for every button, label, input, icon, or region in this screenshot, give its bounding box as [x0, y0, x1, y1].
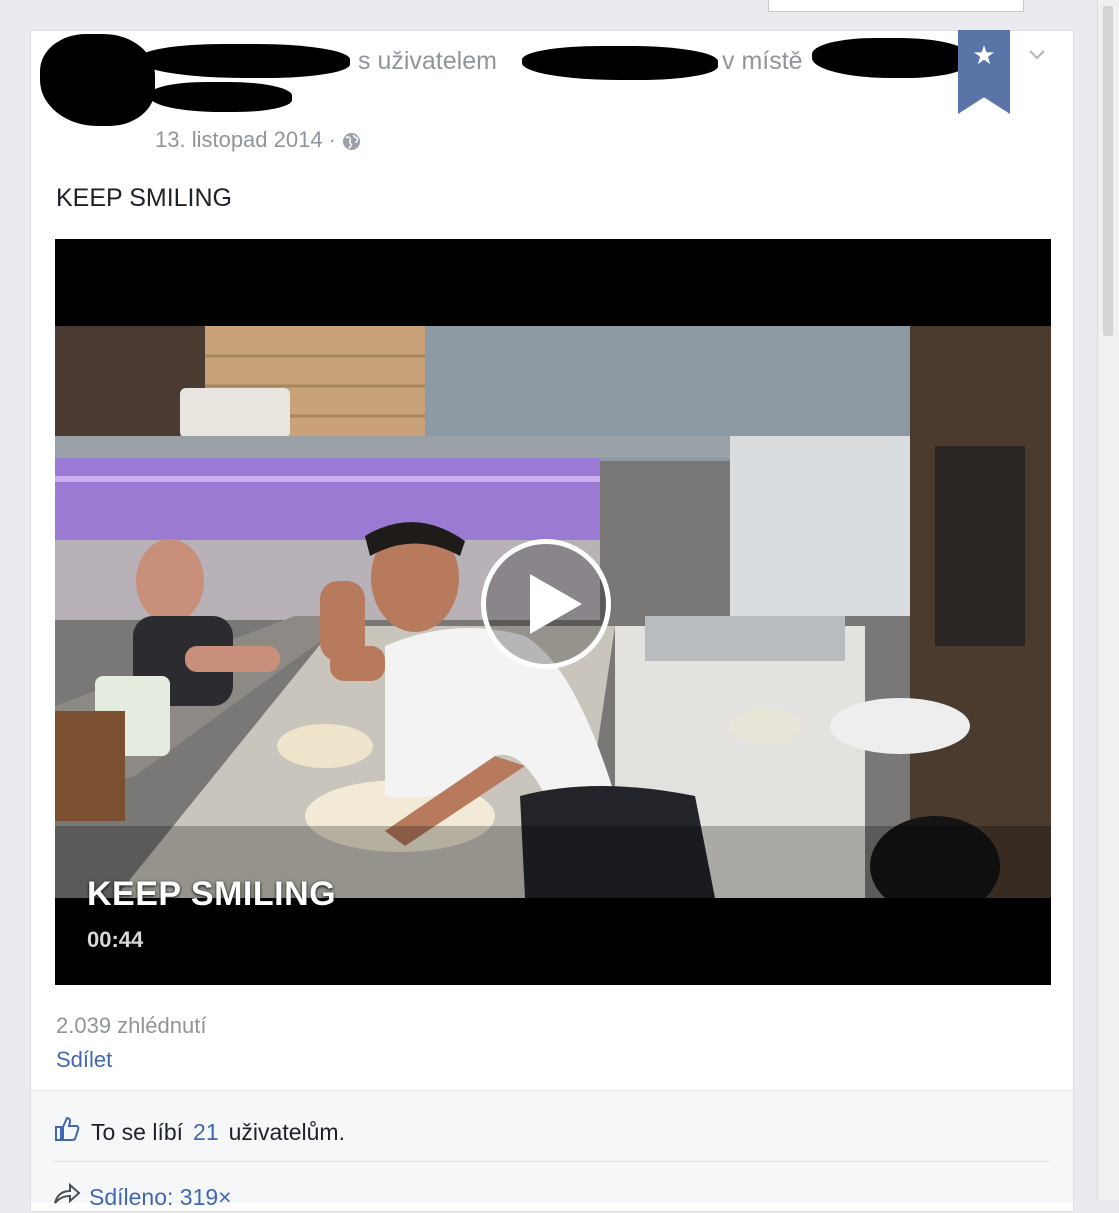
- header-with-text: s uživatelem: [358, 47, 497, 75]
- thumbs-up-icon[interactable]: [53, 1115, 81, 1149]
- video-title: KEEP SMILING: [87, 875, 337, 913]
- globe-icon: [342, 131, 361, 150]
- search-box[interactable]: [768, 0, 1024, 12]
- redacted-author-name: [140, 44, 350, 78]
- video-player[interactable]: KEEP SMILING 00:44: [55, 239, 1051, 985]
- redacted-avatar: [40, 34, 155, 126]
- share-link[interactable]: Sdílet: [56, 1047, 112, 1073]
- scrollbar[interactable]: [1097, 0, 1119, 1200]
- footer-divider: [53, 1161, 1049, 1162]
- video-duration: 00:44: [87, 927, 144, 952]
- scrollbar-thumb[interactable]: [1103, 6, 1113, 336]
- redacted-place: [812, 38, 970, 78]
- redacted-author-name-2: [150, 82, 292, 112]
- shares-row[interactable]: Sdíleno: 319×: [53, 1181, 232, 1213]
- view-count: 2.039 zhlédnutí: [56, 1013, 207, 1038]
- likes-row: To se líbí 21 uživatelům.: [53, 1115, 345, 1149]
- star-icon: ★: [972, 40, 996, 70]
- chevron-down-icon[interactable]: [1027, 44, 1047, 64]
- post-footer: To se líbí 21 uživatelům. Sdíleno: 319×: [31, 1090, 1073, 1210]
- redacted-tagged-user: [522, 46, 718, 80]
- date-separator: ·: [328, 127, 336, 152]
- header-at-text: v místě: [722, 47, 803, 75]
- shares-count[interactable]: Sdíleno: 319×: [89, 1184, 232, 1211]
- likes-suffix: uživatelům.: [228, 1118, 345, 1145]
- post-status-text: KEEP SMILING: [56, 184, 232, 212]
- post-date-line: 13. listopad 2014 ·: [155, 127, 361, 153]
- likes-count[interactable]: 21: [193, 1119, 219, 1146]
- likes-prefix: To se líbí: [91, 1118, 184, 1145]
- play-icon: [530, 574, 582, 634]
- share-arrow-icon: [53, 1181, 81, 1213]
- post-date[interactable]: 13. listopad 2014: [155, 127, 323, 153]
- play-button[interactable]: [481, 539, 611, 669]
